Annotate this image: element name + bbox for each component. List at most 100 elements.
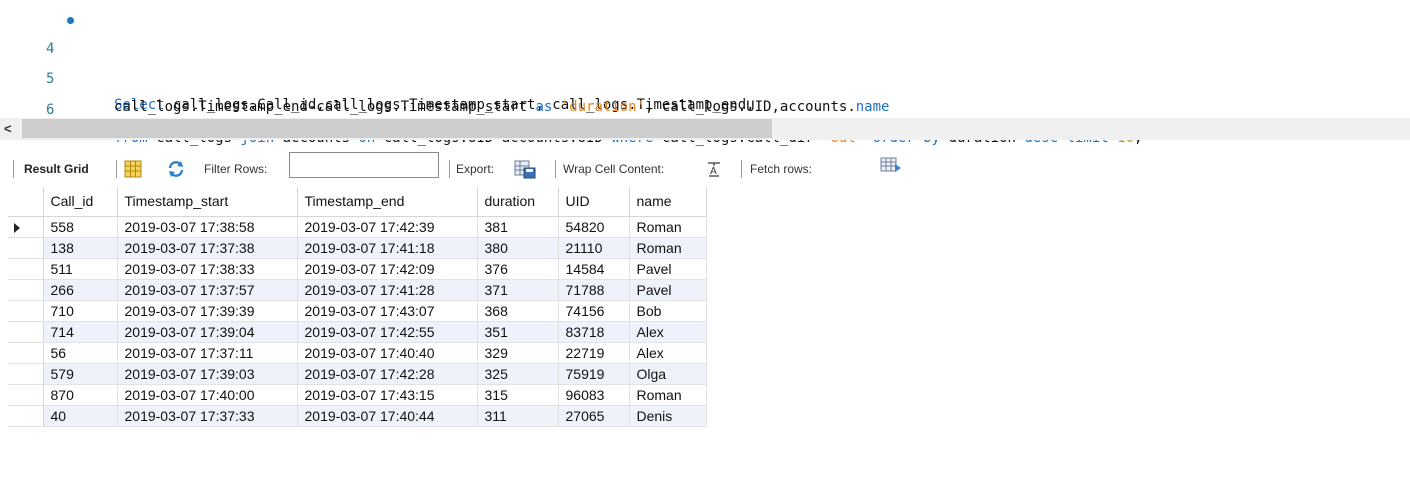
cell-timestamp-end[interactable]: 2019-03-07 17:42:28 xyxy=(297,363,478,385)
table-row[interactable]: 56 2019-03-07 17:37:11 2019-03-07 17:40:40… xyxy=(8,342,707,364)
cell-call-id[interactable]: 714 xyxy=(43,321,118,343)
cell-duration[interactable]: 381 xyxy=(477,216,559,238)
cell-name[interactable]: Alex xyxy=(629,342,707,364)
result-grid-tab[interactable]: Result Grid xyxy=(24,152,89,186)
cell-uid[interactable]: 14584 xyxy=(558,258,630,280)
cell-uid[interactable]: 71788 xyxy=(558,279,630,301)
cell-name[interactable]: Pavel xyxy=(629,279,707,301)
row-gutter[interactable] xyxy=(8,300,44,322)
cell-timestamp-end[interactable]: 2019-03-07 17:42:09 xyxy=(297,258,478,280)
cell-uid[interactable]: 74156 xyxy=(558,300,630,322)
cell-call-id[interactable]: 870 xyxy=(43,384,118,406)
cell-call-id[interactable]: 40 xyxy=(43,405,118,427)
cell-name[interactable]: Alex xyxy=(629,321,707,343)
sql-editor[interactable]: 4 Select call_logs.Call_id,call_logs.Tim… xyxy=(0,0,1410,146)
row-gutter[interactable] xyxy=(8,342,44,364)
cell-duration[interactable]: 325 xyxy=(477,363,559,385)
cell-timestamp-end[interactable]: 2019-03-07 17:40:44 xyxy=(297,405,478,427)
row-gutter[interactable] xyxy=(8,258,44,280)
cell-uid[interactable]: 27065 xyxy=(558,405,630,427)
table-row[interactable]: 714 2019-03-07 17:39:04 2019-03-07 17:42:5… xyxy=(8,321,707,343)
cell-call-id[interactable]: 511 xyxy=(43,258,118,280)
column-header-name[interactable]: name xyxy=(629,187,707,217)
cell-timestamp-end[interactable]: 2019-03-07 17:42:55 xyxy=(297,321,478,343)
cell-timestamp-start[interactable]: 2019-03-07 17:38:33 xyxy=(117,258,298,280)
table-row[interactable]: 138 2019-03-07 17:37:38 2019-03-07 17:41:1… xyxy=(8,237,707,259)
editor-horizontal-scrollbar[interactable]: < xyxy=(0,118,1410,140)
row-gutter[interactable] xyxy=(8,216,44,238)
table-row[interactable]: 558 2019-03-07 17:38:58 2019-03-07 17:42:3… xyxy=(8,216,707,238)
table-row[interactable]: 511 2019-03-07 17:38:33 2019-03-07 17:42:0… xyxy=(8,258,707,280)
cell-duration[interactable]: 376 xyxy=(477,258,559,280)
cell-timestamp-start[interactable]: 2019-03-07 17:37:11 xyxy=(117,342,298,364)
cell-duration[interactable]: 315 xyxy=(477,384,559,406)
refresh-icon[interactable] xyxy=(166,159,186,182)
table-row[interactable]: 266 2019-03-07 17:37:57 2019-03-07 17:41:2… xyxy=(8,279,707,301)
table-row[interactable]: 579 2019-03-07 17:39:03 2019-03-07 17:42:2… xyxy=(8,363,707,385)
cell-call-id[interactable]: 558 xyxy=(43,216,118,238)
cell-uid[interactable]: 75919 xyxy=(558,363,630,385)
row-gutter[interactable] xyxy=(8,384,44,406)
cell-call-id[interactable]: 266 xyxy=(43,279,118,301)
scroll-left-icon[interactable]: < xyxy=(4,121,12,136)
scrollbar-thumb[interactable] xyxy=(22,119,772,138)
column-header-call-id[interactable]: Call_id xyxy=(43,187,118,217)
cell-timestamp-start[interactable]: 2019-03-07 17:37:38 xyxy=(117,237,298,259)
cell-timestamp-end[interactable]: 2019-03-07 17:41:28 xyxy=(297,279,478,301)
cell-name[interactable]: Roman xyxy=(629,216,707,238)
cell-uid[interactable]: 21110 xyxy=(558,237,630,259)
cell-name[interactable]: Pavel xyxy=(629,258,707,280)
cell-name[interactable]: Denis xyxy=(629,405,707,427)
cell-uid[interactable]: 22719 xyxy=(558,342,630,364)
cell-call-id[interactable]: 138 xyxy=(43,237,118,259)
table-row[interactable]: 870 2019-03-07 17:40:00 2019-03-07 17:43:1… xyxy=(8,384,707,406)
cell-timestamp-end[interactable]: 2019-03-07 17:43:07 xyxy=(297,300,478,322)
table-row[interactable]: 710 2019-03-07 17:39:39 2019-03-07 17:43:0… xyxy=(8,300,707,322)
cell-uid[interactable]: 54820 xyxy=(558,216,630,238)
column-header-timestamp-end[interactable]: Timestamp_end xyxy=(297,187,478,217)
cell-timestamp-start[interactable]: 2019-03-07 17:37:33 xyxy=(117,405,298,427)
cell-uid[interactable]: 96083 xyxy=(558,384,630,406)
cell-call-id[interactable]: 56 xyxy=(43,342,118,364)
column-header-uid[interactable]: UID xyxy=(558,187,630,217)
row-gutter-header[interactable] xyxy=(8,187,44,217)
row-gutter[interactable] xyxy=(8,363,44,385)
filter-rows-input[interactable] xyxy=(289,152,439,178)
row-gutter[interactable] xyxy=(8,321,44,343)
column-header-duration[interactable]: duration xyxy=(477,187,559,217)
row-gutter[interactable] xyxy=(8,279,44,301)
grid-layout-icon[interactable] xyxy=(124,160,142,181)
result-grid[interactable]: Call_id Timestamp_start Timestamp_end du… xyxy=(8,187,707,427)
cell-name[interactable]: Olga xyxy=(629,363,707,385)
column-header-timestamp-start[interactable]: Timestamp_start xyxy=(117,187,298,217)
row-gutter[interactable] xyxy=(8,237,44,259)
cell-timestamp-start[interactable]: 2019-03-07 17:39:39 xyxy=(117,300,298,322)
cell-duration[interactable]: 380 xyxy=(477,237,559,259)
fetch-rows-icon[interactable] xyxy=(880,156,902,179)
cell-duration[interactable]: 311 xyxy=(477,405,559,427)
breakpoint-dot-icon[interactable] xyxy=(67,17,74,24)
cell-timestamp-start[interactable]: 2019-03-07 17:39:04 xyxy=(117,321,298,343)
cell-timestamp-start[interactable]: 2019-03-07 17:38:58 xyxy=(117,216,298,238)
cell-name[interactable]: Roman xyxy=(629,384,707,406)
cell-name[interactable]: Roman xyxy=(629,237,707,259)
cell-duration[interactable]: 368 xyxy=(477,300,559,322)
wrap-text-icon[interactable]: A xyxy=(706,161,722,180)
cell-uid[interactable]: 83718 xyxy=(558,321,630,343)
cell-call-id[interactable]: 579 xyxy=(43,363,118,385)
cell-timestamp-end[interactable]: 2019-03-07 17:42:39 xyxy=(297,216,478,238)
export-icon[interactable] xyxy=(514,159,536,182)
row-gutter[interactable] xyxy=(8,405,44,427)
cell-duration[interactable]: 351 xyxy=(477,321,559,343)
cell-name[interactable]: Bob xyxy=(629,300,707,322)
cell-call-id[interactable]: 710 xyxy=(43,300,118,322)
table-row[interactable]: 40 2019-03-07 17:37:33 2019-03-07 17:40:44… xyxy=(8,405,707,427)
cell-duration[interactable]: 371 xyxy=(477,279,559,301)
cell-timestamp-start[interactable]: 2019-03-07 17:37:57 xyxy=(117,279,298,301)
cell-timestamp-end[interactable]: 2019-03-07 17:41:18 xyxy=(297,237,478,259)
cell-timestamp-start[interactable]: 2019-03-07 17:40:00 xyxy=(117,384,298,406)
cell-timestamp-start[interactable]: 2019-03-07 17:39:03 xyxy=(117,363,298,385)
cell-timestamp-end[interactable]: 2019-03-07 17:40:40 xyxy=(297,342,478,364)
cell-duration[interactable]: 329 xyxy=(477,342,559,364)
cell-timestamp-end[interactable]: 2019-03-07 17:43:15 xyxy=(297,384,478,406)
